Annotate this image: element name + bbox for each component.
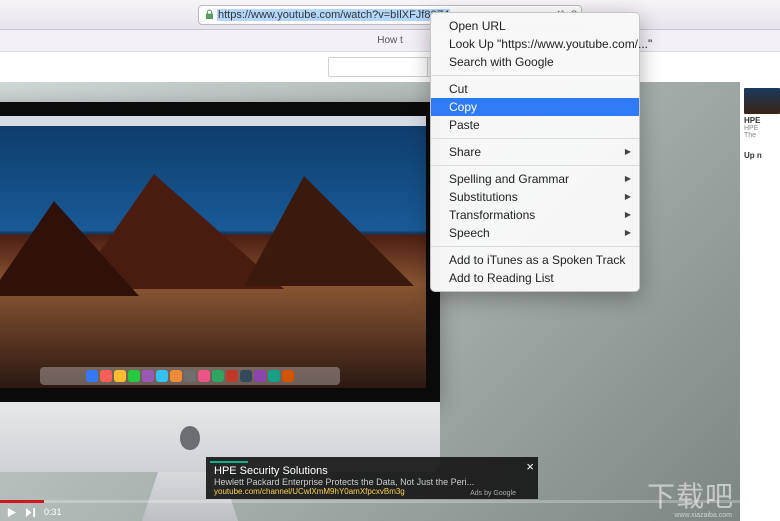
menu-item-paste[interactable]: Paste	[431, 116, 639, 134]
play-icon[interactable]	[6, 507, 17, 518]
menu-item-speech[interactable]: Speech	[431, 224, 639, 242]
context-menu: Open URLLook Up "https://www.youtube.com…	[430, 12, 640, 292]
player-controls: 0:31	[0, 503, 740, 521]
ad-overlay: HPE Security Solutions Hewlett Packard E…	[206, 457, 538, 499]
menu-item-spelling-and-grammar[interactable]: Spelling and Grammar	[431, 170, 639, 188]
menu-item-search-with-google[interactable]: Search with Google	[431, 53, 639, 71]
related-video-card[interactable]: HPE HPE The	[744, 88, 780, 139]
lock-icon	[205, 9, 214, 20]
menu-item-add-to-itunes-as-a-spoken-trac[interactable]: Add to iTunes as a Spoken Track	[431, 251, 639, 269]
menu-separator	[431, 75, 639, 76]
ad-link[interactable]: youtube.com/channel/UCwlXmM9hY0amXfpcxvB…	[214, 487, 514, 496]
menu-item-copy[interactable]: Copy	[431, 98, 639, 116]
menu-item-share[interactable]: Share	[431, 143, 639, 161]
tab-strip: How t	[0, 30, 780, 52]
menu-item-transformations[interactable]: Transformations	[431, 206, 639, 224]
menu-item-substitutions[interactable]: Substitutions	[431, 188, 639, 206]
watermark-url: www.xiazaiba.com	[674, 512, 732, 519]
close-icon[interactable]: ×	[526, 459, 534, 474]
apple-logo-icon	[180, 426, 200, 450]
elapsed-time: 0:31	[44, 507, 62, 517]
browser-toolbar: https://www.youtube.com/watch?v=bIlXFJf8…	[0, 0, 780, 30]
ads-by-label: Ads by Google	[470, 490, 516, 497]
next-icon[interactable]	[25, 507, 36, 518]
ad-subtitle: Hewlett Packard Enterprise Protects the …	[214, 477, 514, 487]
menu-item-look-up-https-www-youtube-com[interactable]: Look Up "https://www.youtube.com/..."	[431, 35, 639, 53]
menu-separator	[431, 138, 639, 139]
menu-item-cut[interactable]: Cut	[431, 80, 639, 98]
related-thumb	[744, 88, 780, 114]
menu-item-add-to-reading-list[interactable]: Add to Reading List	[431, 269, 639, 287]
watermark: 下载吧	[647, 475, 734, 515]
page-content: HPE Security Solutions Hewlett Packard E…	[0, 82, 780, 521]
youtube-header	[0, 52, 780, 82]
related-sub2: The	[744, 132, 780, 139]
address-bar-url[interactable]: https://www.youtube.com/watch?v=bIlXFJf8…	[217, 9, 450, 21]
menu-item-open-url[interactable]: Open URL	[431, 17, 639, 35]
browser-tab[interactable]: How t	[369, 30, 411, 52]
menu-separator	[431, 165, 639, 166]
search-input[interactable]	[328, 57, 428, 77]
menu-separator	[431, 246, 639, 247]
up-next-label: Up n	[744, 151, 780, 160]
related-title: HPE	[744, 116, 780, 125]
ad-title[interactable]: HPE Security Solutions	[214, 465, 514, 477]
related-sidebar: HPE HPE The Up n	[740, 82, 780, 521]
related-sub1: HPE	[744, 125, 780, 132]
